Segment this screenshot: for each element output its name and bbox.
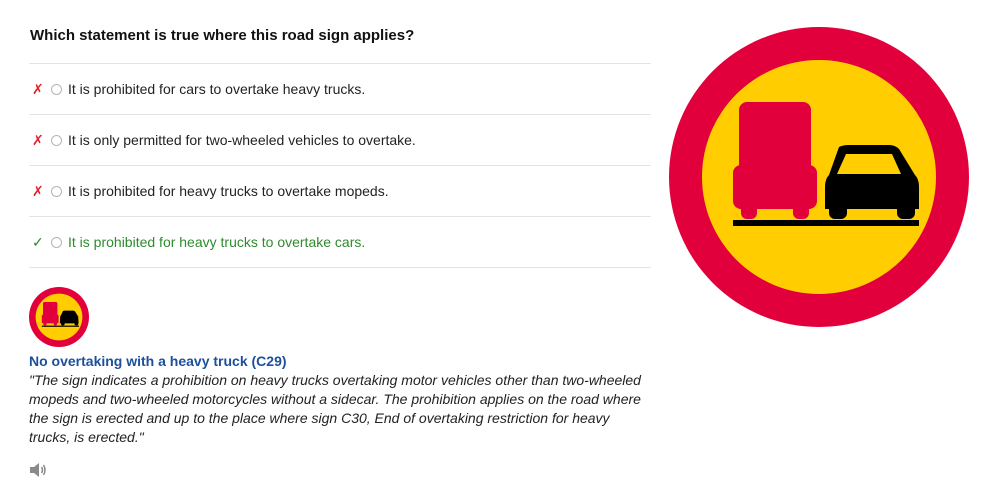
answer-option-3[interactable]: ✗ It is prohibited for heavy trucks to o… xyxy=(29,166,651,217)
sign-description: "The sign indicates a prohibition on hea… xyxy=(29,372,641,445)
answer-option-1[interactable]: ✗ It is prohibited for cars to overtake … xyxy=(29,64,651,115)
answer-text-2: It is only permitted for two-wheeled veh… xyxy=(68,132,416,148)
answer-option-2[interactable]: ✗ It is only permitted for two-wheeled v… xyxy=(29,115,651,166)
cross-icon: ✗ xyxy=(32,80,44,97)
answer-text-4: It is prohibited for heavy trucks to ove… xyxy=(68,234,366,250)
cross-icon: ✗ xyxy=(32,131,44,148)
cross-icon: ✗ xyxy=(32,182,44,199)
answer-text-1: It is prohibited for cars to overtake he… xyxy=(68,81,366,97)
answer-list: ✗ It is prohibited for cars to overtake … xyxy=(29,63,651,268)
road-sign-image xyxy=(669,27,969,327)
sign-thumbnail xyxy=(29,287,89,347)
check-icon: ✓ xyxy=(32,233,44,250)
speaker-icon[interactable] xyxy=(29,462,47,478)
answer-radio-1[interactable] xyxy=(51,83,62,95)
answer-option-4[interactable]: ✓ It is prohibited for heavy trucks to o… xyxy=(29,217,651,268)
answer-radio-2[interactable] xyxy=(51,134,62,146)
answer-radio-3[interactable] xyxy=(51,185,62,197)
sign-title: No overtaking with a heavy truck (C29) xyxy=(29,353,287,369)
answer-radio-4[interactable] xyxy=(51,236,62,248)
answer-text-3: It is prohibited for heavy trucks to ove… xyxy=(68,183,389,199)
question-text: Which statement is true where this road … xyxy=(30,27,415,44)
